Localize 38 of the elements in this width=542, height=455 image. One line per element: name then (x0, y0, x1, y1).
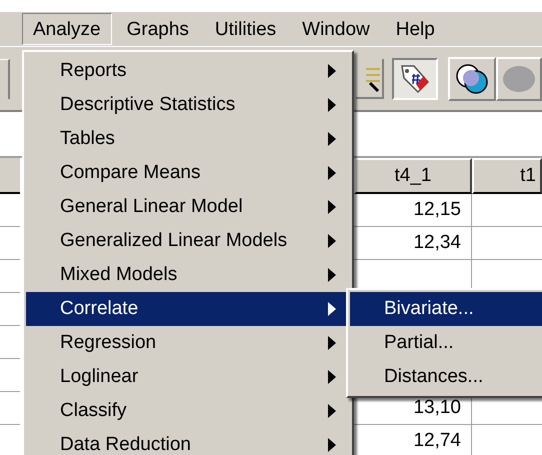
menu-bar-item[interactable]: Analyze (22, 13, 112, 45)
menu-item[interactable]: Partial... (350, 326, 542, 360)
menu-item[interactable]: Classify (26, 394, 350, 428)
menu-item[interactable]: Compare Means (26, 156, 350, 190)
submenu-arrow-icon (328, 302, 336, 316)
submenu-arrow-icon (328, 98, 336, 112)
menu-item[interactable]: Regression (26, 326, 350, 360)
menu-item[interactable]: Descriptive Statistics (26, 88, 350, 122)
submenu-arrow-icon (328, 404, 336, 418)
submenu-arrow-icon (328, 200, 336, 214)
submenu-arrow-icon (328, 370, 336, 384)
value-labels-button[interactable] (392, 58, 438, 100)
toolbar-button[interactable] (356, 58, 384, 98)
menu-item[interactable]: Loglinear (26, 360, 350, 394)
submenu-arrow-icon (328, 268, 336, 282)
menu-item[interactable]: Distances... (350, 360, 542, 394)
menu-bar-item[interactable]: Utilities (204, 13, 288, 45)
submenu-arrow-icon (328, 64, 336, 78)
submenu-arrow-icon (328, 132, 336, 146)
submenu-arrow-icon (328, 438, 336, 452)
menu-item[interactable]: General Linear Model (26, 190, 350, 224)
menu-item[interactable]: Data Reduction (26, 428, 350, 455)
ellipse-icon (502, 64, 536, 94)
venn-circles-icon (455, 62, 489, 96)
submenu-arrow-icon (328, 166, 336, 180)
menu-item[interactable]: Reports (26, 54, 350, 88)
submenu-arrow-icon (328, 336, 336, 350)
menu-bar-item[interactable]: Graphs (116, 13, 200, 45)
menu-bar-item[interactable]: Window (291, 13, 381, 45)
menu-item[interactable]: Bivariate... (350, 292, 542, 326)
column-header[interactable] (0, 158, 20, 194)
column-header[interactable]: t1 (472, 158, 542, 194)
menu-item[interactable]: Mixed Models (26, 258, 350, 292)
submenu-arrow-icon (328, 234, 336, 248)
menu-item[interactable]: Generalized Linear Models (26, 224, 350, 258)
menu-item[interactable]: Tables (26, 122, 350, 156)
column-header[interactable]: t4_1 (354, 158, 472, 194)
menu-bar-item[interactable]: Help (384, 13, 446, 45)
